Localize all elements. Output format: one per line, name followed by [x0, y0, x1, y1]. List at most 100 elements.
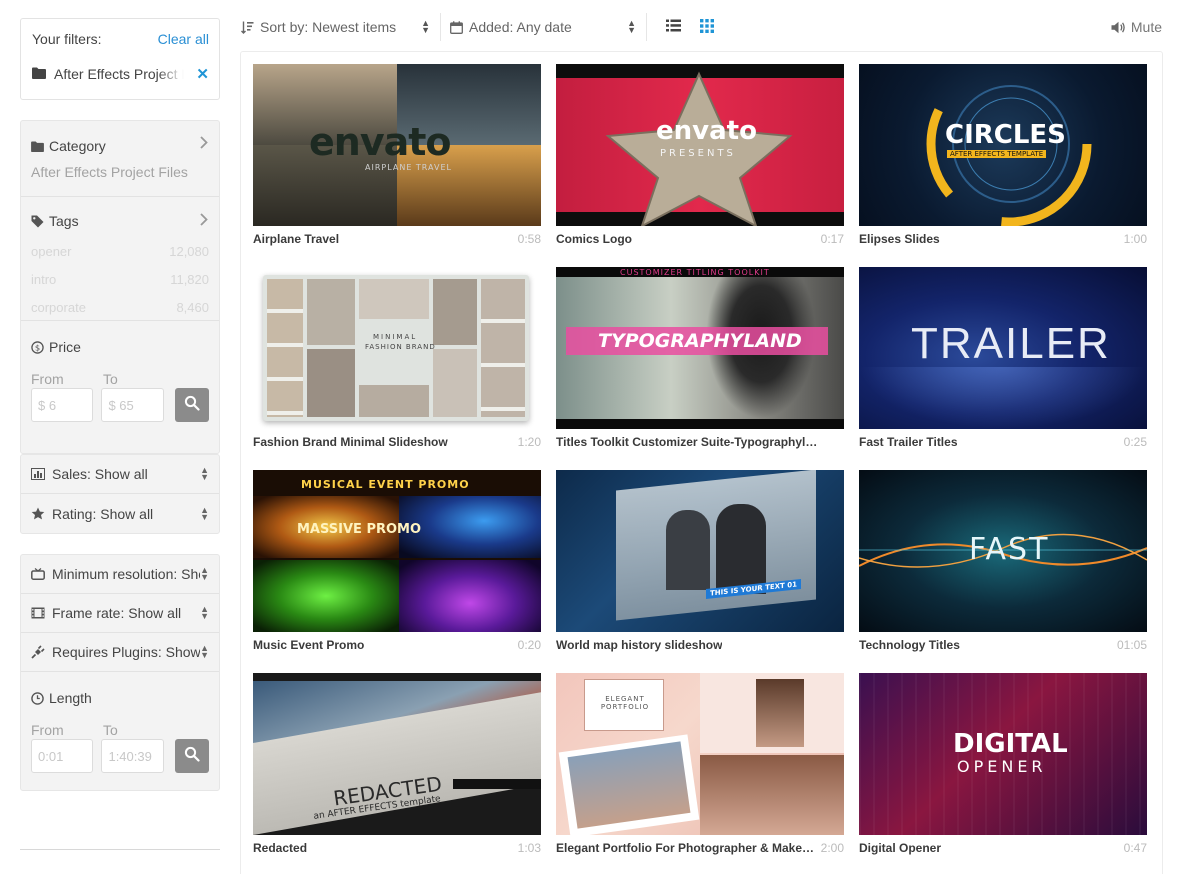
- item-title[interactable]: Fashion Brand Minimal Slideshow: [253, 435, 448, 449]
- toolbar-divider: [646, 13, 647, 41]
- thumbnail-overlay-text: MUSICAL EVENT PROMO: [301, 478, 470, 491]
- item-card[interactable]: DIGITAL OPENER Digital Opener 0:47: [859, 673, 1147, 855]
- tag-item[interactable]: opener 12,080: [31, 241, 209, 261]
- price-search-button[interactable]: [174, 388, 209, 422]
- item-card[interactable]: THIS IS YOUR TEXT 01 World map history s…: [556, 470, 844, 652]
- sort-select[interactable]: Sort by: Newest items ▲ ▼: [240, 19, 440, 35]
- length-to-label: To: [103, 722, 118, 738]
- thumbnail-overlay-text: TYPOGRAPHYLAND: [598, 330, 802, 352]
- item-title[interactable]: Titles Toolkit Customizer Suite-Typograp…: [556, 435, 818, 449]
- price-to-label: To: [103, 371, 118, 387]
- length-search-button[interactable]: [174, 739, 209, 773]
- filter-sidebar: Your filters: Clear all After Effects Pr…: [20, 18, 220, 791]
- item-card[interactable]: REDACTED an AFTER EFFECTS template Redac…: [253, 673, 541, 855]
- item-thumbnail[interactable]: ELEGANT PORTFOLIO: [556, 673, 844, 835]
- clock-icon: [31, 691, 45, 705]
- toolbar-divider: [440, 13, 441, 41]
- thumbnail-overlay-text: ELEGANT PORTFOLIO: [600, 695, 650, 711]
- item-card[interactable]: envato PRESENTS Comics Logo 0:17: [556, 64, 844, 246]
- resolution-select[interactable]: Minimum resolution: Show all ▲▼: [21, 555, 219, 594]
- thumbnail-overlay-subtext: PRESENTS: [660, 148, 736, 159]
- item-thumbnail[interactable]: envato PRESENTS: [556, 64, 844, 226]
- item-title[interactable]: World map history slideshow: [556, 638, 722, 652]
- speaker-icon: [1111, 21, 1126, 34]
- length-to-input[interactable]: 1:40:39: [101, 739, 164, 773]
- grid-view-icon: [700, 18, 714, 36]
- tag-item[interactable]: intro 11,820: [31, 269, 209, 289]
- thumbnail-overlay-subtext: OPENER: [957, 757, 1047, 776]
- category-filter[interactable]: Category After Effects Project Files: [21, 121, 219, 197]
- clear-all-link[interactable]: Clear all: [158, 31, 209, 47]
- thumbnail-overlay-text: FAST: [969, 532, 1050, 567]
- category-label: Category: [49, 138, 106, 154]
- item-title[interactable]: Elegant Portfolio For Photographer & Mak…: [556, 841, 818, 855]
- item-duration: 01:05: [1116, 638, 1147, 652]
- chevron-right-icon: [200, 136, 208, 153]
- sales-rating-panel: Sales: Show all ▲ ▼ Rating: Show all ▲ ▼: [20, 454, 220, 534]
- star-icon: [31, 507, 49, 520]
- item-card[interactable]: FAST Technology Titles 01:05: [859, 470, 1147, 652]
- price-from-label: From: [31, 371, 64, 387]
- item-title[interactable]: Digital Opener: [859, 841, 941, 855]
- item-thumbnail[interactable]: TRAILER: [859, 267, 1147, 429]
- remove-filter-icon[interactable]: ✕: [196, 65, 209, 83]
- thumbnail-overlay-text: envato: [656, 116, 757, 146]
- tags-filter[interactable]: Tags opener 12,080 intro 11,820 corporate 8…: [21, 197, 219, 321]
- item-title[interactable]: Redacted: [253, 841, 307, 855]
- thumbnail-overlay-text: TRAILER: [911, 319, 1111, 368]
- item-thumbnail[interactable]: MINIMAL FASHION BRAND: [253, 267, 541, 429]
- price-to-input[interactable]: $ 65: [101, 388, 164, 422]
- item-card[interactable]: TRAILER Fast Trailer Titles 0:25: [859, 267, 1147, 449]
- item-thumbnail[interactable]: MUSICAL EVENT PROMO MASSIVE PROMO: [253, 470, 541, 632]
- item-card[interactable]: MUSICAL EVENT PROMO MASSIVE PROMO Music …: [253, 470, 541, 652]
- rating-select[interactable]: Rating: Show all ▲ ▼: [21, 494, 219, 533]
- length-from-input[interactable]: 0:01: [31, 739, 94, 773]
- item-title[interactable]: Comics Logo: [556, 232, 632, 246]
- item-card[interactable]: CIRCLES AFTER EFFECTS TEMPLATE Elipses S…: [859, 64, 1147, 246]
- plugins-select[interactable]: Requires Plugins: Show all ▲▼: [21, 633, 219, 672]
- sales-select[interactable]: Sales: Show all ▲ ▼: [21, 455, 219, 494]
- updown-arrows-icon: ▲ ▼: [200, 565, 209, 582]
- item-title[interactable]: Music Event Promo: [253, 638, 364, 652]
- thumbnail-overlay-text: envato: [309, 120, 452, 164]
- item-thumbnail[interactable]: REDACTED an AFTER EFFECTS template: [253, 673, 541, 835]
- item-thumbnail[interactable]: CIRCLES AFTER EFFECTS TEMPLATE: [859, 64, 1147, 226]
- item-title[interactable]: Airplane Travel: [253, 232, 339, 246]
- thumbnail-overlay-text: CIRCLES: [945, 120, 1066, 150]
- mute-button[interactable]: Mute: [1111, 19, 1162, 35]
- item-card[interactable]: ELEGANT PORTFOLIO Elegant Portfolio For …: [556, 673, 844, 855]
- price-from-input[interactable]: $ 6: [31, 388, 94, 422]
- bar-chart-icon: [31, 468, 49, 480]
- date-select[interactable]: Added: Any date ▲ ▼: [450, 19, 646, 35]
- active-filter-label: After Effects Project Files: [54, 66, 184, 82]
- item-title[interactable]: Fast Trailer Titles: [859, 435, 958, 449]
- thumbnail-overlay-subtext: CUSTOMIZER TITLING TOOLKIT: [620, 268, 770, 277]
- item-duration: 0:25: [1123, 435, 1147, 449]
- svg-text:$: $: [35, 342, 40, 352]
- calendar-icon: [450, 20, 463, 34]
- thumbnail-overlay-subtext: MASSIVE PROMO: [297, 522, 422, 537]
- list-view-button[interactable]: [656, 13, 690, 41]
- search-icon: [184, 395, 200, 416]
- updown-arrows-icon: ▲ ▼: [200, 504, 209, 522]
- item-duration: 0:17: [820, 232, 844, 246]
- item-thumbnail[interactable]: THIS IS YOUR TEXT 01: [556, 470, 844, 632]
- tag-item[interactable]: corporate 8,460: [31, 297, 209, 317]
- item-title[interactable]: Technology Titles: [859, 638, 960, 652]
- updown-arrows-icon: ▲ ▼: [200, 643, 209, 660]
- item-thumbnail[interactable]: FAST: [859, 470, 1147, 632]
- item-thumbnail[interactable]: CUSTOMIZER TITLING TOOLKIT TYPOGRAPHYLAN…: [556, 267, 844, 429]
- item-thumbnail[interactable]: DIGITAL OPENER: [859, 673, 1147, 835]
- item-card[interactable]: MINIMAL FASHION BRAND Fashion Brand Mini…: [253, 267, 541, 449]
- item-duration: 1:20: [517, 435, 541, 449]
- grid-view-button[interactable]: [690, 13, 724, 41]
- item-title[interactable]: Elipses Slides: [859, 232, 940, 246]
- chevron-right-icon: [200, 213, 208, 230]
- item-card[interactable]: CUSTOMIZER TITLING TOOLKIT TYPOGRAPHYLAN…: [556, 267, 844, 449]
- item-duration: 0:58: [517, 232, 541, 246]
- item-duration: 1:00: [1123, 232, 1147, 246]
- frame-rate-select[interactable]: Frame rate: Show all ▲ ▼: [21, 594, 219, 633]
- item-card[interactable]: envato AIRPLANE TRAVEL Airplane Travel 0:…: [253, 64, 541, 246]
- updown-arrows-icon: ▲ ▼: [627, 18, 636, 35]
- item-thumbnail[interactable]: envato AIRPLANE TRAVEL: [253, 64, 541, 226]
